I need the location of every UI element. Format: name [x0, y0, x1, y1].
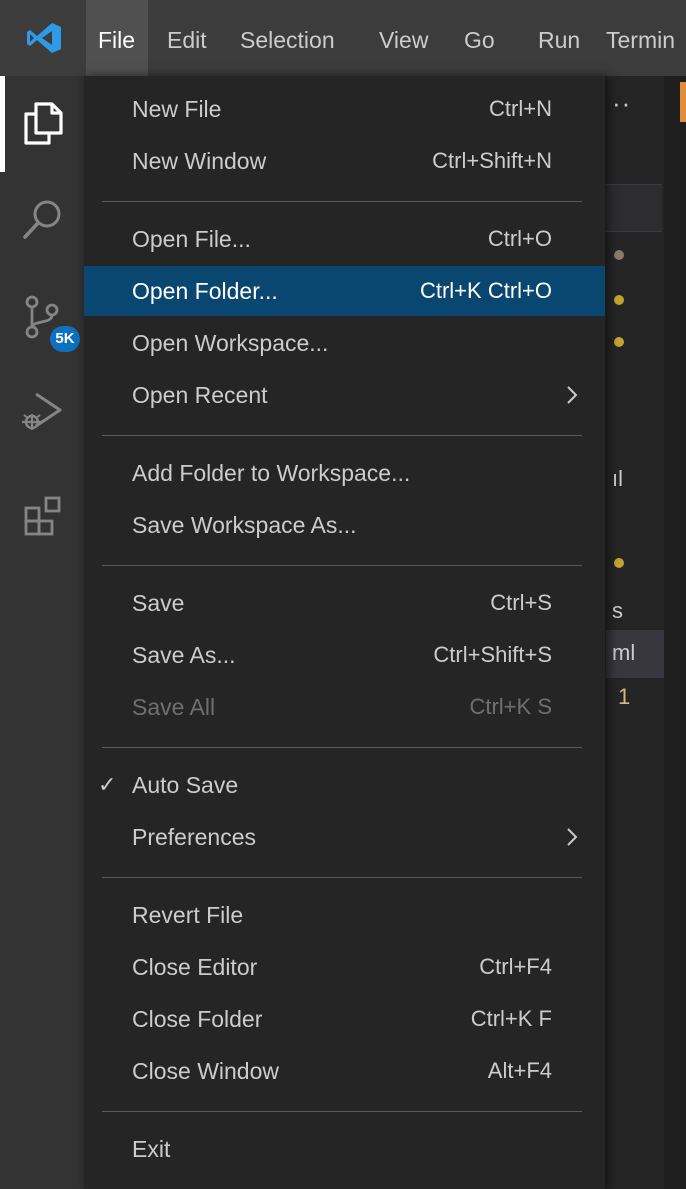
menu-item-label: Auto Save [132, 772, 239, 798]
menu-item-shortcut: Ctrl+O [487, 226, 552, 251]
editor-tab-edge [680, 82, 686, 122]
menu-item-open-recent[interactable]: Open Recent [84, 370, 605, 420]
modified-dot-icon [614, 250, 624, 260]
menu-item-new-window[interactable]: New Window Ctrl+Shift+N [84, 136, 605, 186]
menu-item-label: Preferences [132, 824, 257, 850]
menubar: File Edit Selection View Go Run Termin [0, 0, 686, 76]
menu-item-save-workspace-as[interactable]: Save Workspace As... [84, 500, 605, 550]
menu-item-open-workspace[interactable]: Open Workspace... [84, 318, 605, 368]
check-icon: ✓ [98, 772, 117, 797]
menubar-file[interactable]: File [86, 0, 148, 76]
menu-item-revert-file[interactable]: Revert File [84, 890, 605, 940]
menu-item-label: Close Editor [132, 954, 258, 980]
modified-dot-icon [614, 295, 624, 305]
menu-item-label: Close Folder [132, 1006, 263, 1032]
vscode-logo-icon[interactable] [26, 22, 62, 54]
menu-separator [102, 435, 582, 436]
vscode-window: File Edit Selection View Go Run Termin 5K [0, 0, 686, 1189]
active-indicator [0, 76, 5, 172]
menu-item-close-editor[interactable]: Close Editor Ctrl+F4 [84, 942, 605, 992]
tree-item-fragment: ml [612, 640, 636, 665]
menu-item-label: Save Workspace As... [132, 512, 357, 538]
search-icon[interactable] [20, 196, 66, 242]
tree-item-fragment: ıl [612, 466, 623, 491]
menu-separator [102, 565, 582, 566]
source-control-badge: 5K [50, 326, 80, 352]
menubar-run[interactable]: Run [526, 0, 591, 76]
menu-item-close-folder[interactable]: Close Folder Ctrl+K F [84, 994, 605, 1044]
menu-item-save[interactable]: Save Ctrl+S [84, 578, 605, 628]
file-menu: New File Ctrl+N New Window Ctrl+Shift+N Open… [84, 76, 606, 1189]
menu-item-shortcut: Ctrl+Shift+S [433, 642, 552, 667]
modified-dot-icon [614, 558, 624, 568]
menu-item-new-file[interactable]: New File Ctrl+N [84, 84, 605, 134]
menu-separator [102, 747, 582, 748]
menubar-termin[interactable]: Termin [594, 0, 686, 76]
menu-item-shortcut: Alt+F4 [487, 1058, 552, 1083]
editor-area [664, 76, 686, 1189]
sidebar-section-header [606, 184, 662, 232]
menu-separator [102, 201, 582, 202]
menu-item-label: Open File... [132, 226, 251, 252]
menubar-selection[interactable]: Selection [228, 0, 364, 76]
explorer-icon[interactable] [20, 100, 66, 146]
menu-item-label: Close Window [132, 1058, 279, 1084]
menu-item-label: Add Folder to Workspace... [132, 460, 411, 486]
menu-item-label: Save As... [132, 642, 236, 668]
menu-item-label: Open Recent [132, 382, 268, 408]
menu-separator [102, 1111, 582, 1112]
menu-item-close-window[interactable]: Close Window Alt+F4 [84, 1046, 605, 1096]
extensions-icon[interactable] [20, 494, 66, 540]
menu-item-save-as[interactable]: Save As... Ctrl+Shift+S [84, 630, 605, 680]
menu-item-open-folder[interactable]: Open Folder... Ctrl+K Ctrl+O [84, 266, 605, 316]
menu-item-label: Revert File [132, 902, 244, 928]
menu-item-label: New File [132, 96, 222, 122]
activity-bar: 5K [0, 76, 84, 1189]
menu-item-shortcut: Ctrl+S [490, 590, 552, 615]
menu-item-open-file[interactable]: Open File... Ctrl+O [84, 214, 605, 264]
tree-item-fragment: s [612, 598, 623, 623]
menu-item-shortcut: Ctrl+K S [469, 694, 552, 719]
menu-item-auto-save[interactable]: ✓ Auto Save [84, 760, 605, 810]
menubar-go[interactable]: Go [452, 0, 524, 76]
modified-dot-icon [614, 337, 624, 347]
more-actions-icon[interactable]: ·· [612, 88, 631, 119]
menu-item-label: Exit [132, 1136, 171, 1162]
menu-item-shortcut: Ctrl+N [489, 96, 552, 121]
run-debug-icon[interactable] [20, 388, 66, 434]
menu-item-shortcut: Ctrl+F4 [479, 954, 552, 979]
menu-item-exit[interactable]: Exit [84, 1124, 605, 1174]
menu-separator [102, 877, 582, 878]
menu-item-shortcut: Ctrl+Shift+N [432, 148, 552, 173]
menu-item-label: Save [132, 590, 185, 616]
menubar-view[interactable]: View [367, 0, 449, 76]
chevron-right-icon [567, 828, 578, 846]
menu-item-shortcut: Ctrl+K Ctrl+O [419, 278, 552, 303]
menu-item-preferences[interactable]: Preferences [84, 812, 605, 862]
menubar-edit[interactable]: Edit [155, 0, 225, 76]
menu-item-label: Open Workspace... [132, 330, 329, 356]
menu-item-add-folder-to-workspace[interactable]: Add Folder to Workspace... [84, 448, 605, 498]
menu-item-shortcut: Ctrl+K F [470, 1006, 552, 1031]
menu-item-label: Save All [132, 694, 216, 720]
menu-item-save-all: Save All Ctrl+K S [84, 682, 605, 732]
chevron-right-icon [567, 386, 578, 404]
menu-item-label: Open Folder... [132, 278, 278, 304]
menu-item-label: New Window [132, 148, 267, 174]
problem-count: 1 [618, 684, 631, 709]
